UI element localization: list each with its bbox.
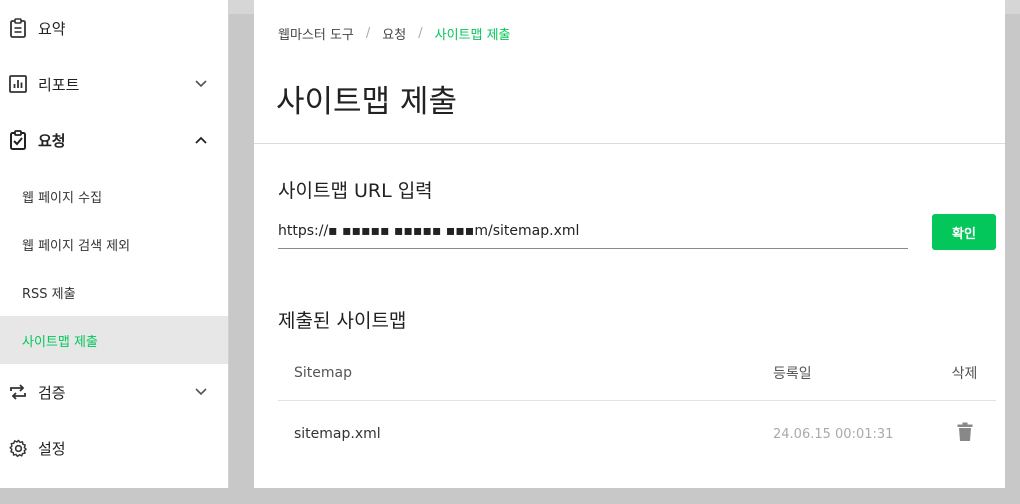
sidebar-item-label: 검증 — [38, 383, 66, 402]
breadcrumb: 웹마스터 도구 / 요청 / 사이트맵 제출 — [278, 24, 511, 43]
sidebar-item-label: 리포트 — [38, 75, 80, 94]
column-header-sitemap: Sitemap — [294, 365, 352, 381]
sitemap-cell[interactable]: sitemap.xml — [278, 426, 773, 442]
breadcrumb-item-webmaster-tools[interactable]: 웹마스터 도구 — [278, 24, 354, 43]
confirm-button[interactable]: 확인 — [932, 214, 996, 250]
breadcrumb-item-current: 사이트맵 제출 — [434, 28, 511, 43]
table-row: sitemap.xml 24.06.15 00:01:31 — [278, 401, 996, 467]
chevron-up-icon[interactable] — [194, 133, 208, 147]
delete-cell — [933, 422, 996, 446]
bar-chart-icon — [8, 74, 28, 94]
sitemap-url-input[interactable] — [278, 213, 908, 249]
submitted-sitemaps-table: Sitemap 등록일 삭제 sitemap.xml 24.06.15 00:0… — [278, 346, 996, 467]
table-header: Sitemap 등록일 삭제 — [278, 346, 996, 401]
column-header-date: 등록일 — [773, 366, 812, 382]
submitted-section-title: 제출된 사이트맵 — [278, 310, 407, 332]
url-section-title: 사이트맵 URL 입력 — [278, 180, 433, 202]
sidebar: 요약 리포트 요청 웹 페이지 수집 웹 페이지 검색 제외 RSS 제출 사이… — [0, 0, 229, 488]
gear-icon — [8, 438, 28, 458]
chevron-down-icon[interactable] — [194, 385, 208, 399]
sidebar-item-settings[interactable]: 설정 — [0, 420, 228, 476]
request-submenu: 웹 페이지 수집 웹 페이지 검색 제외 RSS 제출 사이트맵 제출 — [0, 168, 228, 364]
sidebar-subitem-web-page-exclude[interactable]: 웹 페이지 검색 제외 — [0, 220, 228, 268]
breadcrumb-separator: / — [418, 26, 423, 41]
date-cell: 24.06.15 00:01:31 — [773, 426, 894, 442]
repeat-icon — [8, 382, 28, 402]
sidebar-subitem-web-page-collect[interactable]: 웹 페이지 수집 — [0, 172, 228, 220]
page-title: 사이트맵 제출 — [276, 84, 457, 120]
header-divider — [254, 143, 1005, 144]
breadcrumb-separator: / — [365, 26, 371, 41]
trash-icon[interactable] — [957, 422, 973, 442]
sidebar-item-label: 요약 — [38, 19, 66, 38]
window-bottom-strip — [0, 488, 1020, 504]
sidebar-item-label: 요청 — [38, 131, 66, 150]
breadcrumb-item-request[interactable]: 요청 — [382, 24, 406, 43]
sidebar-item-label: 설정 — [38, 439, 66, 458]
sidebar-item-request[interactable]: 요청 — [0, 112, 228, 168]
sidebar-subitem-sitemap-submit[interactable]: 사이트맵 제출 — [0, 316, 228, 364]
clipboard-icon — [8, 18, 28, 38]
sidebar-item-report[interactable]: 리포트 — [0, 56, 228, 112]
chevron-down-icon[interactable] — [194, 77, 208, 91]
sidebar-item-verify[interactable]: 검증 — [0, 364, 228, 420]
sidebar-item-summary[interactable]: 요약 — [0, 0, 228, 56]
column-header-delete: 삭제 — [951, 366, 978, 382]
clipboard-check-icon — [8, 130, 28, 150]
main-content: 웹마스터 도구 / 요청 / 사이트맵 제출 사이트맵 제출 사이트맵 URL … — [254, 0, 1005, 488]
sidebar-subitem-rss-submit[interactable]: RSS 제출 — [0, 268, 228, 316]
